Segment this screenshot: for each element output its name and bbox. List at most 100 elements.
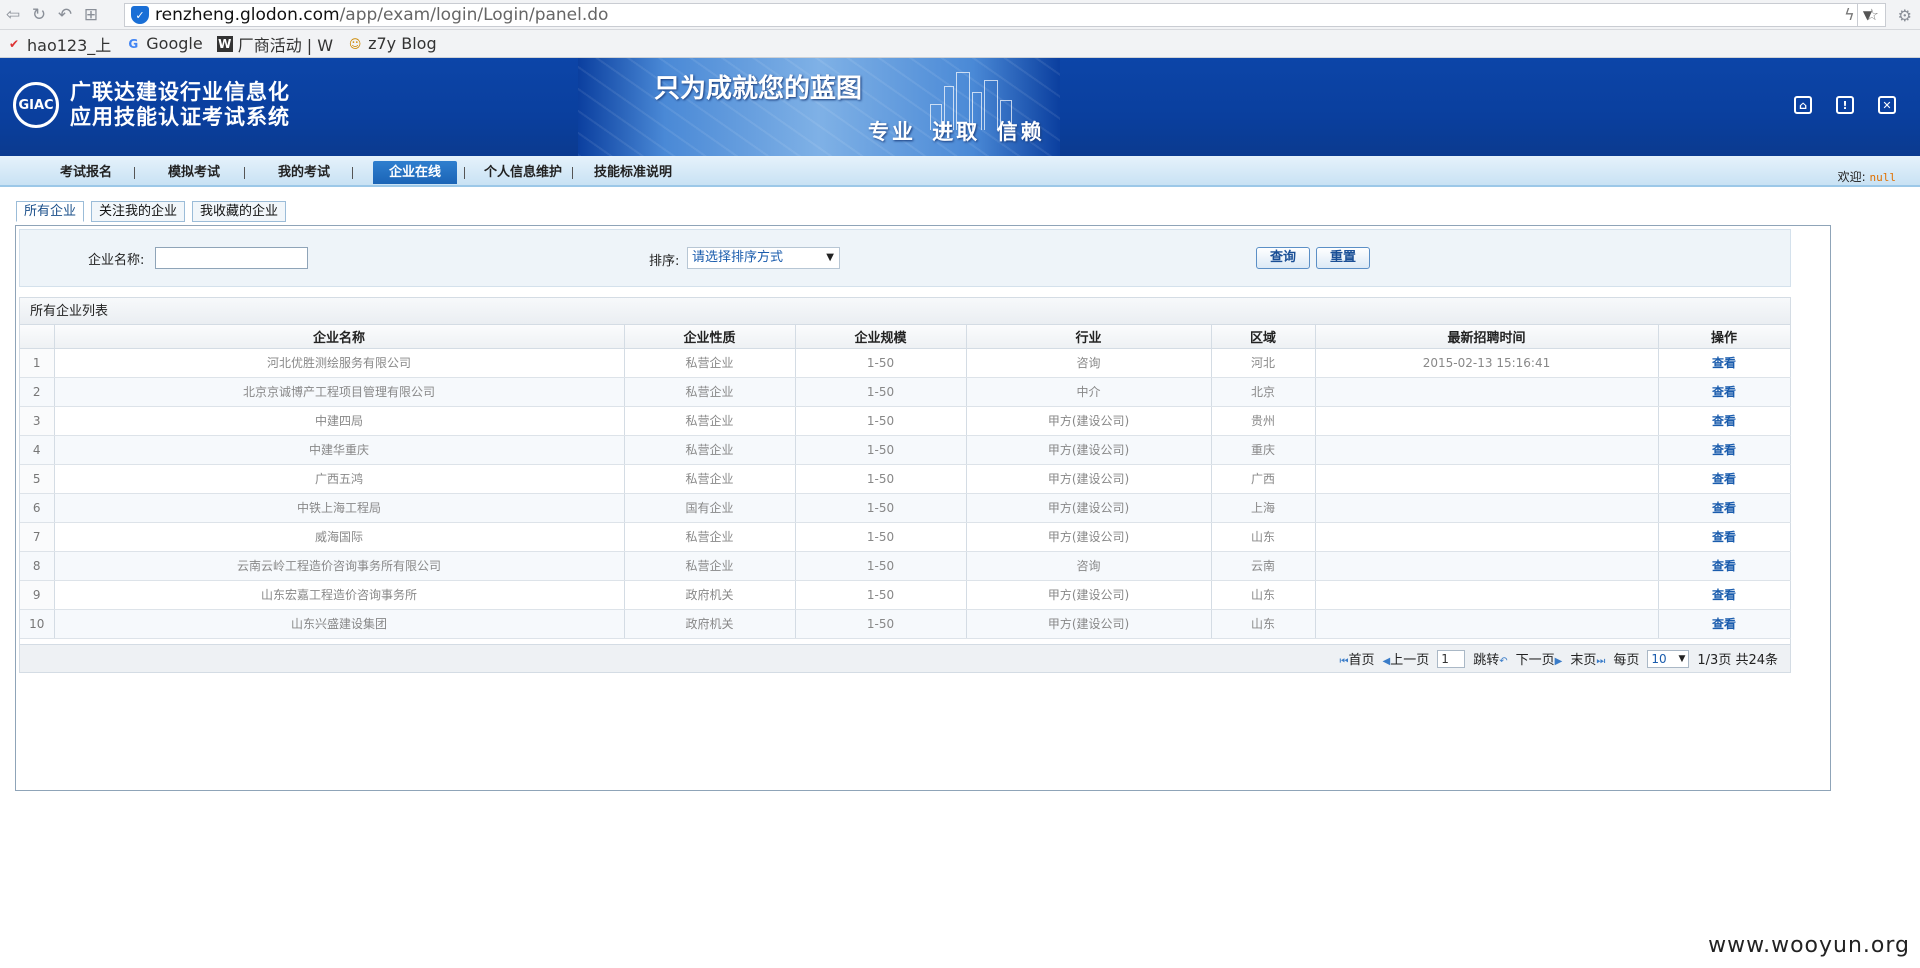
header-banner: 只为成就您的蓝图 专业 进取 信赖 xyxy=(578,58,1060,156)
cell-region: 北京 xyxy=(1211,377,1316,407)
last-page-link[interactable]: 末页⏭ xyxy=(1570,649,1605,668)
jump-link[interactable]: 跳转↶ xyxy=(1473,649,1507,668)
cell-company-name: 云南云岭工程造价咨询事务所有限公司 xyxy=(54,551,625,581)
menu-skill-standard[interactable]: 技能标准说明 xyxy=(592,161,674,184)
search-form: 企业名称: 排序: 请选择排序方式 ▼ 查询 重置 xyxy=(19,229,1791,287)
next-page-link[interactable]: 下一页▶ xyxy=(1516,649,1563,668)
prev-page-link[interactable]: ◀上一页 xyxy=(1383,649,1430,668)
bookmark-label: hao123_上 xyxy=(27,35,112,55)
home-icon[interactable]: ⌂ xyxy=(1794,96,1812,114)
view-link[interactable]: 查看 xyxy=(1658,464,1791,494)
menu-enterprise-online[interactable]: 企业在线 xyxy=(373,161,457,184)
col-header-recruit-time[interactable]: 最新招聘时间 xyxy=(1315,325,1659,349)
url-dropdown-icon[interactable]: ▼ xyxy=(1857,3,1877,27)
menu-my-exam[interactable]: 我的考试 xyxy=(274,161,334,184)
table-row: 5 广西五鸿 私营企业 1-50 甲方(建设公司) 广西 查看 xyxy=(20,464,1791,494)
tab-my-favorites[interactable]: 我收藏的企业 xyxy=(192,201,287,222)
tab-all-enterprises[interactable]: 所有企业 xyxy=(16,201,85,222)
bookmark-label: z7y Blog xyxy=(368,34,437,53)
cell-nature: 私营企业 xyxy=(624,406,796,436)
table-header-row: 企业名称 企业性质 企业规模 行业 区域 最新招聘时间 操作 xyxy=(20,325,1791,349)
cell-scale: 1-50 xyxy=(795,580,967,610)
menu-personal-info[interactable]: 个人信息维护 xyxy=(482,161,564,184)
undo-icon[interactable]: ↶ xyxy=(52,2,78,28)
cell-index: 6 xyxy=(20,493,55,523)
view-link[interactable]: 查看 xyxy=(1658,493,1791,523)
view-link[interactable]: 查看 xyxy=(1658,377,1791,407)
col-header-nature[interactable]: 企业性质 xyxy=(624,325,796,349)
view-link[interactable]: 查看 xyxy=(1658,609,1791,639)
col-header-region[interactable]: 区域 xyxy=(1211,325,1316,349)
menu-mock-exam[interactable]: 模拟考试 xyxy=(164,161,224,184)
view-link[interactable]: 查看 xyxy=(1658,522,1791,552)
view-link[interactable]: 查看 xyxy=(1658,580,1791,610)
view-link[interactable]: 查看 xyxy=(1658,551,1791,581)
last-page-label: 末页 xyxy=(1570,653,1597,668)
welcome-user: null xyxy=(1869,171,1897,184)
page-summary: 1/3页 共24条 xyxy=(1697,653,1778,668)
title-line-2: 应用技能认证考试系统 xyxy=(70,105,290,129)
cell-region: 贵州 xyxy=(1211,406,1316,436)
cell-nature: 政府机关 xyxy=(624,580,796,610)
watermark: www.wooyun.org xyxy=(1708,933,1910,958)
cell-nature: 私营企业 xyxy=(624,522,796,552)
cell-nature: 私营企业 xyxy=(624,348,796,378)
table-row: 2 北京京诚博产工程项目管理有限公司 私营企业 1-50 中介 北京 查看 xyxy=(20,377,1791,407)
cell-region: 广西 xyxy=(1211,464,1316,494)
view-link[interactable]: 查看 xyxy=(1658,406,1791,436)
wrench-icon[interactable]: ⚙ xyxy=(1898,6,1912,25)
bookmark-blog[interactable]: ☺ z7y Blog xyxy=(347,34,437,53)
cell-scale: 1-50 xyxy=(795,522,967,552)
table-row: 3 中建四局 私营企业 1-50 甲方(建设公司) 贵州 查看 xyxy=(20,406,1791,436)
cell-company-name: 河北优胜测绘服务有限公司 xyxy=(54,348,625,378)
cell-recruit-time xyxy=(1315,609,1659,639)
grid-icon[interactable]: ⊞ xyxy=(78,2,104,28)
sort-label: 排序: xyxy=(649,254,680,269)
table-row: 8 云南云岭工程造价咨询事务所有限公司 私营企业 1-50 咨询 云南 查看 xyxy=(20,551,1791,581)
cell-company-name: 广西五鸿 xyxy=(54,464,625,494)
tab-following-me[interactable]: 关注我的企业 xyxy=(91,201,186,222)
bookmarks-bar: ✔ hao123_上 G Google W 厂商活动 | W ☺ z7y Blo… xyxy=(0,30,1920,58)
url-host: renzheng.glodon.com xyxy=(155,5,340,25)
cell-industry: 甲方(建设公司) xyxy=(966,522,1212,552)
jump-label: 跳转 xyxy=(1473,653,1500,668)
per-page-select[interactable]: 10 ▼ xyxy=(1647,649,1690,668)
help-icon[interactable]: ! xyxy=(1836,96,1854,114)
col-header-industry[interactable]: 行业 xyxy=(966,325,1212,349)
cell-region: 山东 xyxy=(1211,522,1316,552)
cell-nature: 私营企业 xyxy=(624,551,796,581)
view-link[interactable]: 查看 xyxy=(1658,348,1791,378)
cell-index: 1 xyxy=(20,348,55,378)
bookmark-vendor[interactable]: W 厂商活动 | W xyxy=(216,32,333,56)
col-header-scale[interactable]: 企业规模 xyxy=(795,325,967,349)
close-icon[interactable]: ✕ xyxy=(1878,96,1896,114)
cell-recruit-time xyxy=(1315,435,1659,465)
menu-exam-register[interactable]: 考试报名 xyxy=(56,161,116,184)
query-button[interactable]: 查询 xyxy=(1256,247,1310,269)
title-line-1: 广联达建设行业信息化 xyxy=(70,80,290,104)
page-number-input[interactable]: 1 xyxy=(1437,649,1466,668)
first-page-link[interactable]: ⏮首页 xyxy=(1340,649,1375,668)
bookmark-google[interactable]: G Google xyxy=(125,34,202,53)
address-bar[interactable]: ✓ renzheng.glodon.com/app/exam/login/Log… xyxy=(124,3,1886,27)
reload-icon[interactable]: ↻ xyxy=(26,2,52,28)
table-row: 10 山东兴盛建设集团 政府机关 1-50 甲方(建设公司) 山东 查看 xyxy=(20,609,1791,639)
col-header-name[interactable]: 企业名称 xyxy=(54,325,625,349)
back-icon[interactable]: ⇦ xyxy=(0,2,26,28)
cell-company-name: 山东兴盛建设集团 xyxy=(54,609,625,639)
cell-index: 8 xyxy=(20,551,55,581)
cell-industry: 咨询 xyxy=(966,551,1212,581)
bookmark-hao123[interactable]: ✔ hao123_上 xyxy=(6,32,111,56)
sort-select[interactable]: 请选择排序方式 ▼ xyxy=(687,247,840,269)
table-row: 1 河北优胜测绘服务有限公司 私营企业 1-50 咨询 河北 2015-02-13 15:1… xyxy=(20,348,1791,378)
cell-scale: 1-50 xyxy=(795,551,967,581)
company-name-input[interactable] xyxy=(155,247,308,269)
cell-company-name: 北京京诚博产工程项目管理有限公司 xyxy=(54,377,625,407)
cell-index: 7 xyxy=(20,522,55,552)
cell-region: 上海 xyxy=(1211,493,1316,523)
view-link[interactable]: 查看 xyxy=(1658,435,1791,465)
cell-recruit-time xyxy=(1315,377,1659,407)
reset-button[interactable]: 重置 xyxy=(1316,247,1370,269)
url-path: /app/exam/login/Login/panel.do xyxy=(339,5,609,25)
lightning-icon[interactable]: ϟ xyxy=(1844,5,1855,24)
